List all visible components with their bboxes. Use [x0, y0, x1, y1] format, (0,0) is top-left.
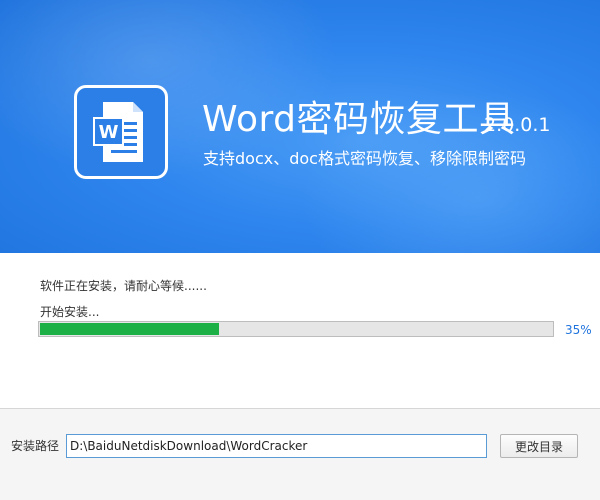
app-title: Word密码恢复工具 [202, 99, 516, 140]
install-progress-fill [40, 323, 219, 335]
header-banner: W Word密码恢复工具 2.0.0.1 支持docx、doc格式密码恢复、移除… [0, 0, 600, 253]
install-progress-bar [38, 321, 554, 337]
install-progress-percent: 35% [565, 323, 592, 337]
word-icon-letter: W [99, 122, 119, 143]
install-path-label: 安装路径 [11, 439, 60, 453]
word-document-icon-graphic: W [93, 102, 143, 162]
app-version: 2.0.0.1 [484, 114, 551, 136]
install-step-text: 开始安装... [40, 305, 100, 319]
change-directory-button[interactable]: 更改目录 [500, 434, 578, 458]
app-subtitle: 支持docx、doc格式密码恢复、移除限制密码 [203, 149, 526, 168]
word-document-icon: W [74, 85, 168, 179]
install-path-input[interactable] [66, 434, 487, 458]
install-status-text: 软件正在安装，请耐心等候...... [40, 279, 207, 293]
